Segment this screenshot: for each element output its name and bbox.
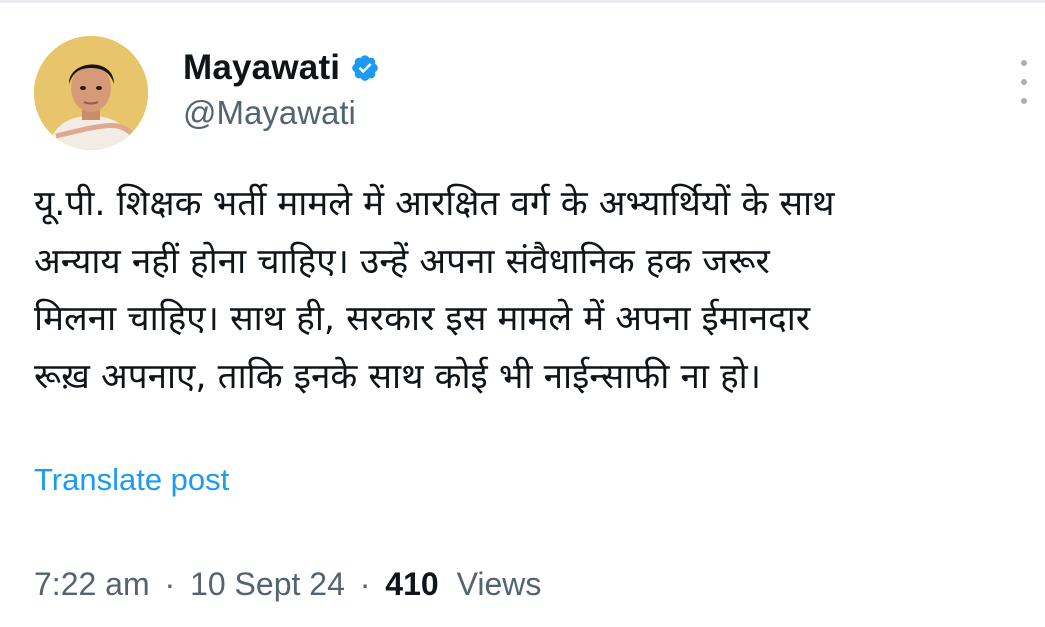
post-time[interactable]: 7:22 am — [34, 566, 150, 602]
translate-post-link[interactable]: Translate post — [34, 460, 229, 500]
verified-badge-icon — [350, 53, 380, 83]
post-text-line: रूख़ अपनाए, ताकि इनके साथ कोई भी नाईन्सा… — [34, 356, 762, 397]
avatar[interactable] — [34, 36, 148, 150]
author-display-name[interactable]: Mayawati — [183, 46, 340, 90]
post-text-line: अन्याय नहीं होना चाहिए। उन्हें अपना संवै… — [34, 241, 770, 282]
avatar-image — [34, 36, 148, 150]
author-name-row: Mayawati — [183, 46, 380, 90]
meta-separator: · — [359, 566, 371, 602]
author-handle[interactable]: @Mayawati — [183, 92, 356, 134]
post-text-line: यू.पी. शिक्षक भर्ती मामले में आरक्षित वर… — [34, 184, 835, 224]
post-text: यू.पी. शिक्षक भर्ती मामले में आरक्षित वर… — [34, 176, 1034, 406]
top-divider — [0, 0, 1045, 3]
views-count[interactable]: 410 — [385, 566, 438, 602]
post-date[interactable]: 10 Sept 24 — [190, 566, 345, 602]
more-vertical-icon[interactable] — [1013, 60, 1035, 104]
views-label: Views — [456, 566, 542, 602]
meta-separator: · — [164, 566, 176, 602]
post-meta: 7:22 am · 10 Sept 24 · 410 Views — [34, 563, 541, 605]
post-text-line: मिलना चाहिए। साथ ही, सरकार इस मामले में … — [34, 299, 811, 339]
